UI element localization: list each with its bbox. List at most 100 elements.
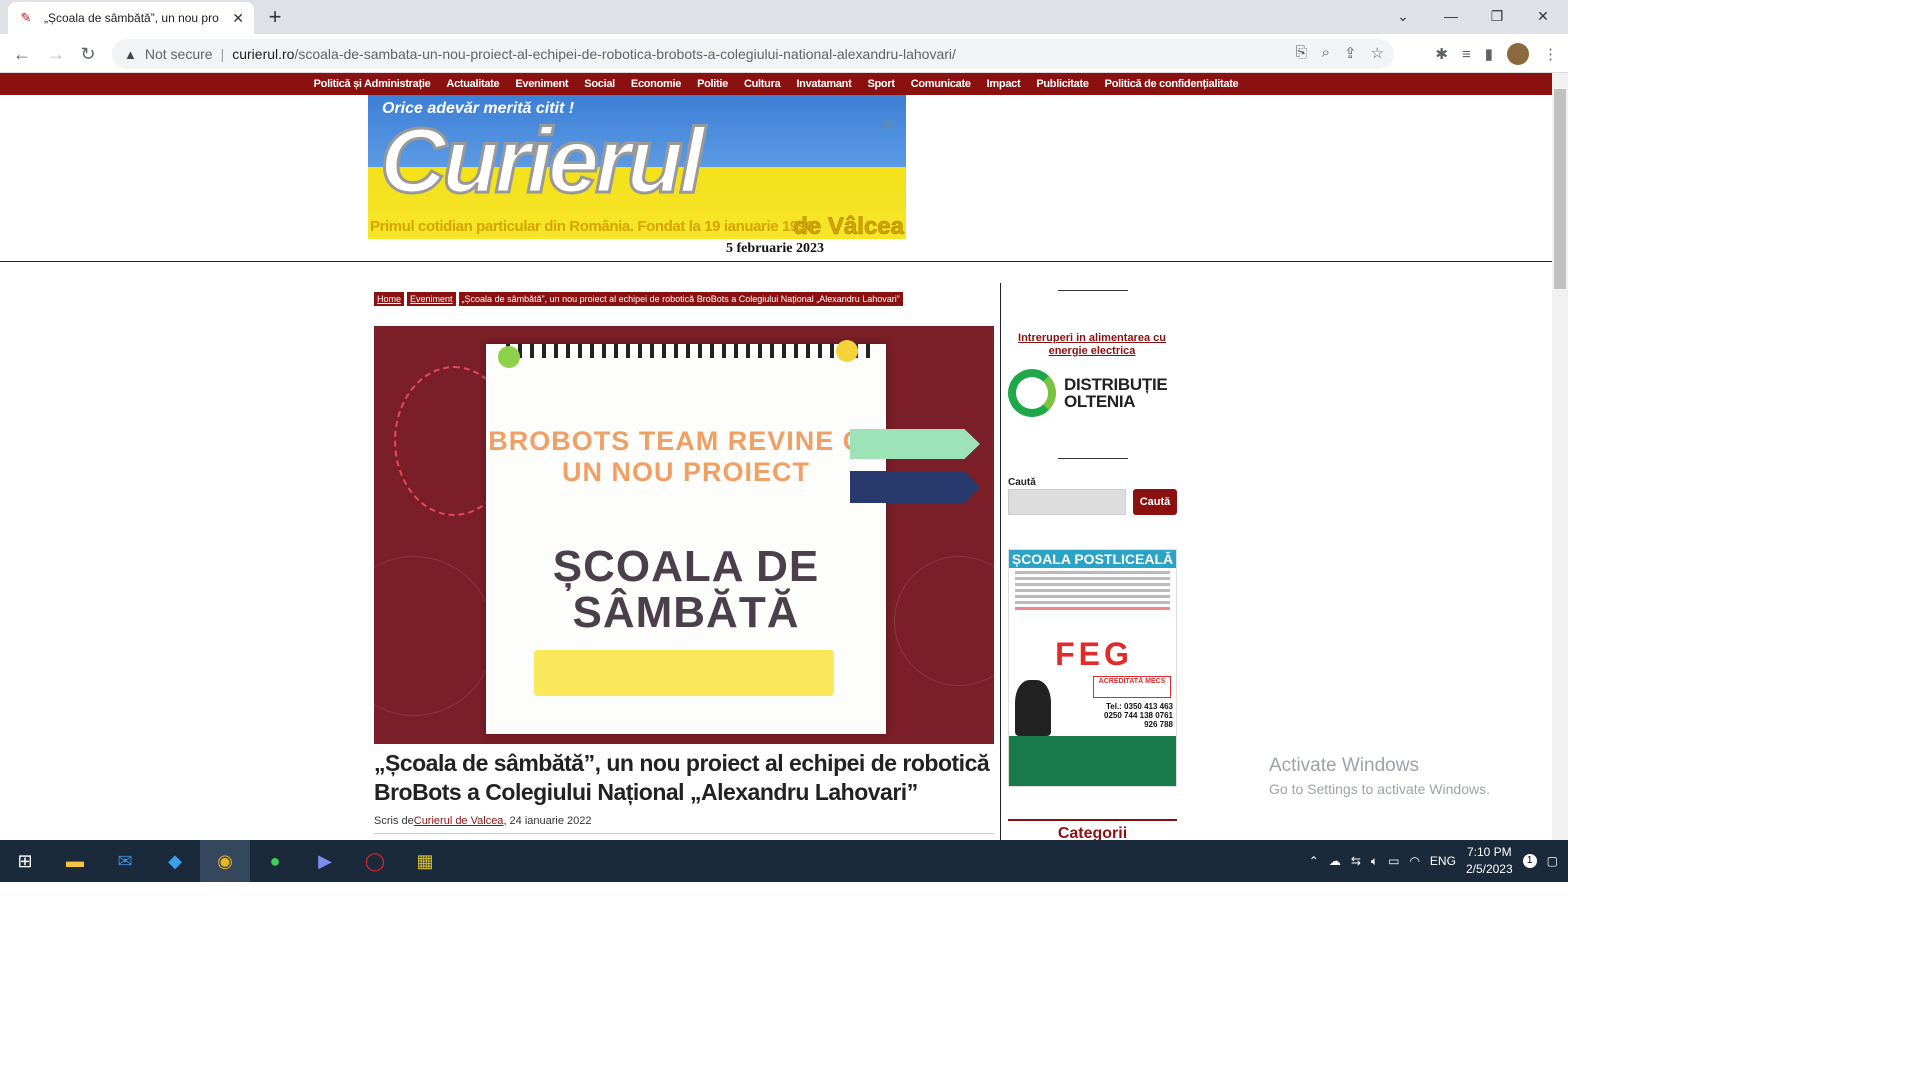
tab-title: „Școala de sâmbătă”, un nou pro bbox=[44, 11, 219, 25]
browser-tab[interactable]: ✎ „Școala de sâmbătă”, un nou pro ✕ bbox=[8, 2, 254, 34]
outage-link[interactable]: Intreruperi in alimentarea cu energie el… bbox=[1012, 332, 1172, 358]
byline-prefix: Scris de bbox=[374, 815, 414, 827]
wifi-icon[interactable]: ◠ bbox=[1409, 854, 1419, 868]
webpage: Politică și Administrație Actualitate Even… bbox=[0, 73, 1552, 840]
back-icon[interactable]: ← bbox=[10, 42, 34, 66]
profile-avatar[interactable] bbox=[1507, 43, 1529, 65]
ad-text-line bbox=[1015, 595, 1170, 598]
action-center-icon[interactable]: ▢ bbox=[1547, 854, 1558, 868]
current-date: 5 februarie 2023 bbox=[726, 241, 824, 256]
hero-line1: BROBOTS TEAM REVINE CU UN NOU PROIECT bbox=[488, 426, 884, 487]
close-tab-icon[interactable]: ✕ bbox=[232, 10, 244, 27]
extensions-icon[interactable]: ✱ bbox=[1435, 45, 1448, 63]
windows-taskbar: ⊞ ▬ ✉ ◆ ◉ ● ▶ ◯ ▦ ⌃ ☁ ⇆ 🔈︎ ▭ ◠ ENG 7:10 … bbox=[0, 840, 1568, 882]
chrome-icon[interactable]: ◉ bbox=[200, 840, 250, 882]
app-grid-icon[interactable]: ▦ bbox=[400, 840, 450, 882]
nav-item[interactable]: Eveniment bbox=[515, 78, 568, 90]
nav-item[interactable]: Social bbox=[584, 78, 615, 90]
nav-item[interactable]: Publicitate bbox=[1036, 78, 1089, 90]
distributie-oltenia-banner[interactable]: DISTRIBUȚIE OLTENIA bbox=[1008, 368, 1178, 418]
new-tab-button[interactable]: + bbox=[262, 6, 288, 30]
reload-icon[interactable]: ↻ bbox=[76, 42, 100, 66]
logo-name: Curierul bbox=[379, 109, 707, 214]
sidebar-divider bbox=[1058, 290, 1128, 291]
battery-icon[interactable]: ▭ bbox=[1388, 854, 1399, 868]
yellow-box bbox=[534, 650, 834, 696]
chevron-up-icon[interactable]: ⌃ bbox=[1309, 854, 1319, 868]
nav-item[interactable]: Sport bbox=[867, 78, 895, 90]
nav-item[interactable]: Actualitate bbox=[446, 78, 499, 90]
onedrive-icon[interactable]: ☁ bbox=[1329, 854, 1341, 868]
logo-subtitle: Primul cotidian particular din România. … bbox=[370, 218, 814, 235]
share-icon[interactable]: ⇪ bbox=[1344, 44, 1357, 62]
sidebar-divider bbox=[1058, 458, 1128, 459]
minimize-button[interactable]: — bbox=[1428, 0, 1474, 32]
browser-toolbar: ← → ↻ ▲ Not secure | curierul.ro /scoala… bbox=[0, 34, 1568, 73]
column-divider bbox=[1000, 283, 1001, 840]
graduate-figure bbox=[1015, 680, 1051, 736]
bing-icon[interactable]: ▶ bbox=[300, 840, 350, 882]
article-hero-image: BROBOTS TEAM REVINE CU UN NOU PROIECT ȘC… bbox=[374, 326, 994, 744]
breadcrumb-home[interactable]: Home bbox=[374, 292, 405, 306]
volume-icon[interactable]: 🔈︎ bbox=[1371, 854, 1378, 869]
nav-item[interactable]: Comunicate bbox=[911, 78, 971, 90]
logo-region: de Vâlcea bbox=[793, 213, 904, 239]
media-icon[interactable]: ≡ bbox=[1462, 46, 1471, 63]
sidepanel-icon[interactable]: ▮ bbox=[1485, 45, 1493, 63]
url-path: /scoala-de-sambata-un-nou-proiect-al-ech… bbox=[294, 46, 956, 62]
ad-accreditation: ACREDITATĂ MECS bbox=[1093, 676, 1171, 698]
opera-icon[interactable]: ◯ bbox=[350, 840, 400, 882]
page-scrollbar[interactable] bbox=[1552, 73, 1568, 840]
nav-item[interactable]: Cultura bbox=[744, 78, 781, 90]
notepad: BROBOTS TEAM REVINE CU UN NOU PROIECT ȘC… bbox=[486, 344, 886, 734]
notification-badge[interactable]: 1 bbox=[1522, 854, 1537, 868]
site-logo[interactable]: Orice adevăr merită citit ! Curierul ® P… bbox=[368, 95, 906, 239]
watermark-line2: Go to Settings to activate Windows. bbox=[1269, 781, 1490, 797]
start-icon[interactable]: ⊞ bbox=[0, 840, 50, 882]
pushpin-icon bbox=[836, 340, 858, 362]
zoom-icon[interactable]: ⌕ bbox=[1322, 44, 1330, 62]
close-window-button[interactable]: ✕ bbox=[1520, 0, 1566, 32]
menu-icon[interactable]: ⋮ bbox=[1543, 45, 1558, 63]
clock[interactable]: 7:10 PM 2/5/2023 bbox=[1466, 844, 1513, 878]
file-explorer-icon[interactable]: ▬ bbox=[50, 840, 100, 882]
divider: | bbox=[220, 46, 225, 62]
bookmark-star-icon[interactable]: ☆ bbox=[1371, 44, 1384, 62]
translate-icon[interactable]: ⎘ bbox=[1296, 44, 1308, 62]
omnibox-icons: ⎘ ⌕ ⇪ ☆ bbox=[1296, 44, 1384, 62]
system-tray: ⌃ ☁ ⇆ 🔈︎ ▭ ◠ ENG 7:10 PM 2/5/2023 1 ▢ bbox=[1309, 840, 1568, 882]
green-arrow bbox=[850, 429, 980, 459]
school-ad-banner[interactable]: ȘCOALA POSTLICEALĂ FEG ACREDITATĂ MECS T… bbox=[1008, 549, 1177, 787]
breadcrumb-category[interactable]: Eveniment bbox=[407, 292, 456, 306]
search-input[interactable] bbox=[1008, 489, 1126, 515]
nav-item[interactable]: Politică de confidențialitate bbox=[1105, 78, 1239, 90]
address-bar[interactable]: ▲ Not secure | curierul.ro /scoala-de-sa… bbox=[112, 39, 1394, 69]
search-button[interactable]: Caută bbox=[1133, 489, 1177, 515]
author-link[interactable]: Curierul de Valcea bbox=[414, 815, 504, 827]
mail-icon[interactable]: ✉ bbox=[100, 840, 150, 882]
url-host: curierul.ro bbox=[232, 46, 295, 62]
forward-icon[interactable]: → bbox=[44, 42, 68, 66]
article-date: , 24 ianuarie 2022 bbox=[503, 815, 592, 827]
distributie-logo-icon bbox=[1008, 369, 1056, 417]
activate-windows-watermark: Activate Windows Go to Settings to activ… bbox=[1269, 755, 1490, 797]
vscode-icon[interactable]: ◆ bbox=[150, 840, 200, 882]
warning-icon: ▲ bbox=[124, 46, 137, 62]
nav-item[interactable]: Politică și Administrație bbox=[314, 78, 431, 90]
site-favicon-icon: ✎ bbox=[20, 10, 32, 25]
nav-item[interactable]: Invatamant bbox=[796, 78, 851, 90]
notepad-spiral bbox=[506, 344, 876, 358]
watermark-line1: Activate Windows bbox=[1269, 755, 1419, 776]
breadcrumb-current: „Școala de sâmbătă”, un nou proiect al e… bbox=[458, 292, 903, 306]
tab-search-icon[interactable]: ⌄ bbox=[1380, 0, 1426, 32]
nav-item[interactable]: Politie bbox=[697, 78, 728, 90]
network-icon[interactable]: ⇆ bbox=[1351, 854, 1361, 868]
nav-item[interactable]: Economie bbox=[631, 78, 681, 90]
language-indicator[interactable]: ENG bbox=[1430, 854, 1456, 868]
scrollbar-thumb[interactable] bbox=[1554, 89, 1566, 289]
restore-button[interactable]: ❐ bbox=[1474, 0, 1520, 32]
whatsapp-icon[interactable]: ● bbox=[250, 840, 300, 882]
background-deco bbox=[894, 556, 994, 686]
nav-item[interactable]: Impact bbox=[987, 78, 1021, 90]
article-byline: Scris deCurierul de Valcea, 24 ianuarie … bbox=[374, 815, 592, 827]
